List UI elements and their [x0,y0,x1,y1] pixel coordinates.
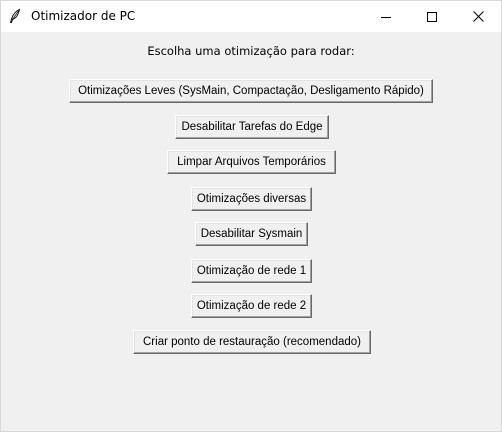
feather-icon[interactable] [7,8,23,24]
network-optimization-2-button[interactable]: Otimização de rede 2 [191,294,312,318]
minimize-button[interactable] [363,1,409,32]
title-bar[interactable]: Otimizador de PC [1,1,501,32]
clean-temp-files-button[interactable]: Limpar Arquivos Temporários [167,150,336,174]
maximize-icon [427,11,437,22]
maximize-button[interactable] [409,1,455,32]
misc-optimizations-button[interactable]: Otimizações diversas [191,187,312,211]
close-button[interactable] [455,1,501,32]
window-title: Otimizador de PC [31,9,136,23]
disable-sysmain-button[interactable]: Desabilitar Sysmain [195,222,308,246]
create-restore-point-button[interactable]: Criar ponto de restauração (recomendado) [133,330,371,354]
close-icon [472,11,484,22]
app-window: Otimizador de PC Escolha uma otimização … [0,0,502,432]
main-panel: Escolha uma otimização para rodar: Otimi… [1,32,501,431]
network-optimization-1-button[interactable]: Otimização de rede 1 [191,259,312,283]
prompt-label: Escolha uma otimização para rodar: [147,44,355,58]
light-optimizations-button[interactable]: Otimizações Leves (SysMain, Compactação,… [69,79,433,103]
minimize-icon [381,12,391,22]
disable-edge-tasks-button[interactable]: Desabilitar Tarefas do Edge [175,115,329,139]
